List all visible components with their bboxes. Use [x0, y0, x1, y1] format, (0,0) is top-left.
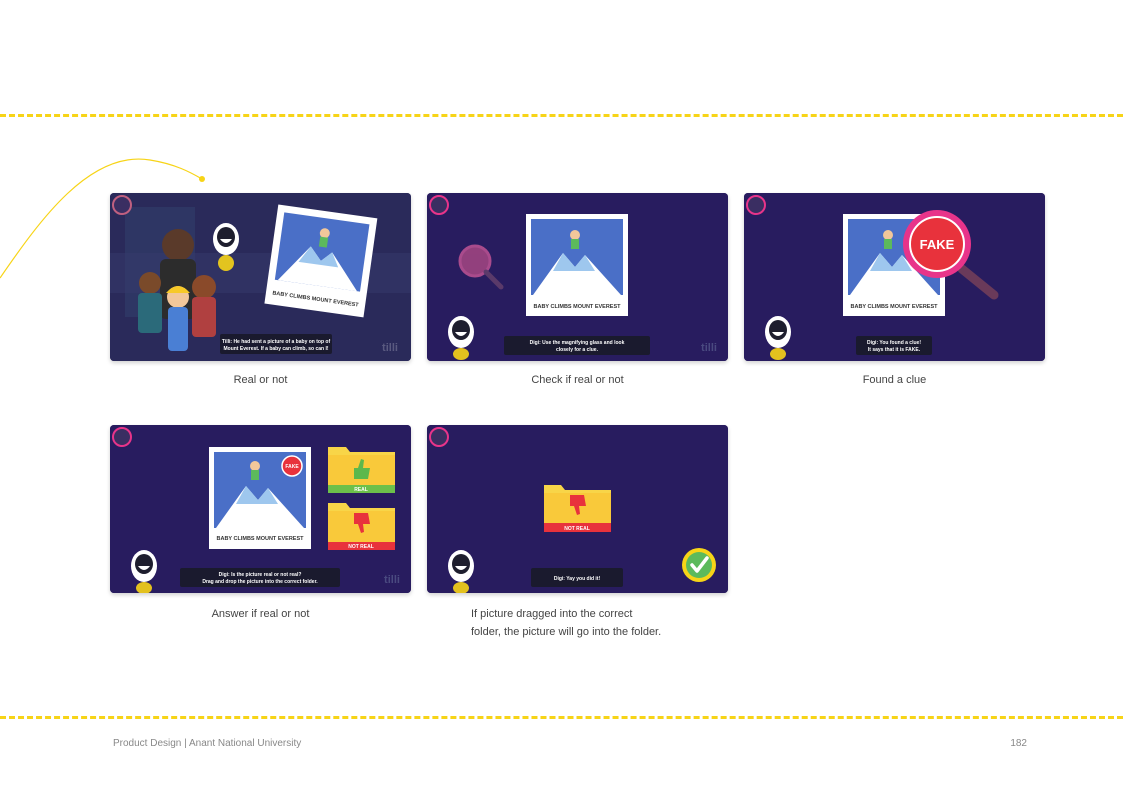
- not-real-folder: NOT REAL: [544, 485, 611, 532]
- screen-answer: FAKE BABY CLIMBS MOUNT EVEREST REAL NOT …: [110, 425, 411, 593]
- dialogue-line-1: Digi: You found a clue!: [867, 340, 921, 346]
- svg-text:REAL: REAL: [354, 487, 368, 493]
- dialogue-line-2: Mount Everest. If a baby can climb, so c…: [223, 346, 328, 352]
- fake-badge: FAKE: [285, 464, 299, 470]
- screen-found-clue: BABY CLIMBS MOUNT EVEREST FAKE Digi: You…: [744, 193, 1045, 361]
- caption-success-line-2: folder, the picture will go into the fol…: [471, 626, 662, 638]
- photo-label: BABY CLIMBS MOUNT EVEREST: [851, 304, 939, 310]
- dialogue-line-1: Digi: Is the picture real or not real?: [219, 572, 302, 578]
- dialogue-line-1: Tilli: He had sent a picture of a baby o…: [222, 339, 331, 345]
- caption-answer: Answer if real or not: [211, 608, 310, 620]
- fake-stamp: FAKE: [920, 237, 955, 252]
- photo-label: BABY CLIMBS MOUNT EVEREST: [534, 304, 622, 310]
- dialogue-line-1: Digi: Yay you did it!: [554, 576, 601, 582]
- page-number: 182: [1010, 738, 1027, 749]
- dialogue-line-1: Digi: Use the magnifying glass and look: [530, 340, 625, 346]
- brand-watermark: tilli: [384, 574, 400, 586]
- caption-real-or-not: Real or not: [233, 374, 288, 386]
- dialogue-line-2: Drag and drop the picture into the corre…: [202, 579, 318, 585]
- caption-success: If picture dragged into the correct fold…: [471, 605, 711, 641]
- screen-real-or-not: BABY CLIMBS MOUNT EVEREST Tilli: He had …: [110, 193, 411, 361]
- dialogue-line-2: It says that it is FAKE.: [868, 347, 921, 353]
- caption-found-clue: Found a clue: [862, 374, 927, 386]
- real-folder[interactable]: REAL: [328, 447, 395, 493]
- footer-course: Product Design | Anant National Universi…: [113, 738, 302, 749]
- top-dashed-divider: [0, 114, 1123, 117]
- caption-check-real: Check if real or not: [531, 374, 624, 386]
- bottom-dashed-divider: [0, 716, 1123, 719]
- not-real-folder[interactable]: NOT REAL: [328, 503, 395, 550]
- svg-text:NOT REAL: NOT REAL: [564, 526, 590, 532]
- svg-text:NOT REAL: NOT REAL: [348, 544, 374, 550]
- photo-label: BABY CLIMBS MOUNT EVEREST: [217, 536, 305, 542]
- brand-watermark: tilli: [382, 342, 398, 354]
- brand-watermark: tilli: [701, 342, 717, 354]
- screen-check-real: BABY CLIMBS MOUNT EVEREST Digi: Use the …: [427, 193, 728, 361]
- dialogue-line-2: closely for a clue.: [556, 347, 599, 353]
- caption-success-line-1: If picture dragged into the correct: [471, 608, 633, 620]
- screen-success: NOT REAL Digi: Yay you did it!: [427, 425, 728, 593]
